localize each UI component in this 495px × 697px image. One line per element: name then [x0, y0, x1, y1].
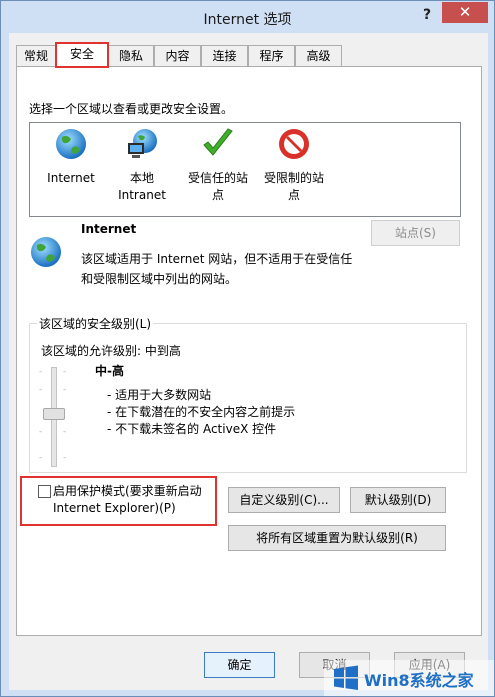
close-button[interactable]: ✕: [442, 2, 488, 23]
slider-tick: -: [63, 453, 67, 463]
intranet-icon: [128, 129, 157, 158]
zone-label: 本地 Intranet: [118, 171, 166, 202]
zone-title: Internet: [81, 222, 137, 236]
globe-icon: [56, 129, 86, 159]
tab-security[interactable]: 安全: [55, 42, 109, 68]
slider-thumb[interactable]: [43, 408, 65, 420]
watermark-text: Win8系统之家: [364, 671, 474, 690]
ok-button[interactable]: 确定: [204, 652, 275, 678]
zone-instruction: 选择一个区域以查看或更改安全设置。: [29, 102, 234, 116]
custom-level-button[interactable]: 自定义级别(C)...: [228, 487, 340, 513]
level-description-item: - 在下载潜在的不安全内容之前提示: [107, 405, 296, 419]
tab-general[interactable]: 常规: [16, 45, 56, 66]
sites-button[interactable]: 站点(S): [371, 220, 460, 246]
reset-all-zones-button[interactable]: 将所有区域重置为默认级别(R): [228, 525, 446, 551]
zone-trusted-sites[interactable]: 受信任的站 点: [180, 127, 256, 204]
zone-restricted-sites[interactable]: 受限制的站 点: [256, 127, 332, 204]
slider-tick: -: [39, 427, 43, 437]
dialog-client-area: 常规 安全 隐私 内容 连接 程序 高级 选择一个区域以查看或更改安全设置。 I…: [9, 33, 488, 690]
zone-label: 受限制的站 点: [263, 171, 324, 202]
tab-privacy[interactable]: 隐私: [108, 45, 154, 66]
default-level-button[interactable]: 默认级别(D): [350, 487, 446, 513]
slider-tick: -: [63, 427, 67, 437]
zone-list: Internet 本地 Intranet 受信任的站 点 受限制的站 点: [29, 122, 461, 217]
tab-content[interactable]: 内容: [154, 45, 201, 66]
zone-label: Internet: [47, 171, 95, 185]
windows-logo-icon: [334, 665, 358, 690]
protected-mode-checkbox[interactable]: [38, 485, 51, 498]
security-tab-panel: 选择一个区域以查看或更改安全设置。 Internet 本地 Intranet 受…: [16, 66, 482, 636]
zone-description: 该区域适用于 Internet 网站，但不适用于在受信任和受限制区域中列出的网站…: [81, 252, 353, 286]
title-bar[interactable]: Internet 选项 ? ✕: [1, 1, 494, 33]
watermark: Win8系统之家: [324, 660, 494, 696]
zone-label: 受信任的站 点: [187, 171, 248, 202]
level-description-item: - 不下载未签名的 ActiveX 控件: [107, 422, 277, 436]
slider-tick: -: [63, 367, 67, 377]
slider-tick: -: [39, 385, 43, 395]
check-icon: [203, 128, 233, 156]
protected-mode-label[interactable]: 启用保护模式(要求重新启动 Internet Explorer)(P): [53, 483, 202, 517]
slider-tick: -: [63, 385, 67, 395]
zone-internet[interactable]: Internet: [33, 127, 109, 187]
tab-connections[interactable]: 连接: [201, 45, 248, 66]
security-level-name: 中-高: [95, 364, 124, 378]
slider-tick: -: [39, 453, 43, 463]
restricted-icon: [279, 129, 309, 159]
security-level-legend: 该区域的安全级别(L): [37, 315, 154, 332]
slider-tick: -: [39, 367, 43, 377]
zone-local-intranet[interactable]: 本地 Intranet: [104, 127, 180, 204]
help-button[interactable]: ?: [415, 5, 439, 25]
tab-programs[interactable]: 程序: [248, 45, 295, 66]
level-description-item: - 适用于大多数网站: [107, 388, 212, 402]
internet-options-window: Internet 选项 ? ✕ 常规 安全 隐私 内容 连接 程序 高级 选择一…: [0, 0, 495, 697]
globe-icon: [31, 237, 61, 267]
tab-advanced[interactable]: 高级: [295, 45, 342, 66]
allowed-levels-text: 该区域的允许级别: 中到高: [41, 344, 181, 358]
